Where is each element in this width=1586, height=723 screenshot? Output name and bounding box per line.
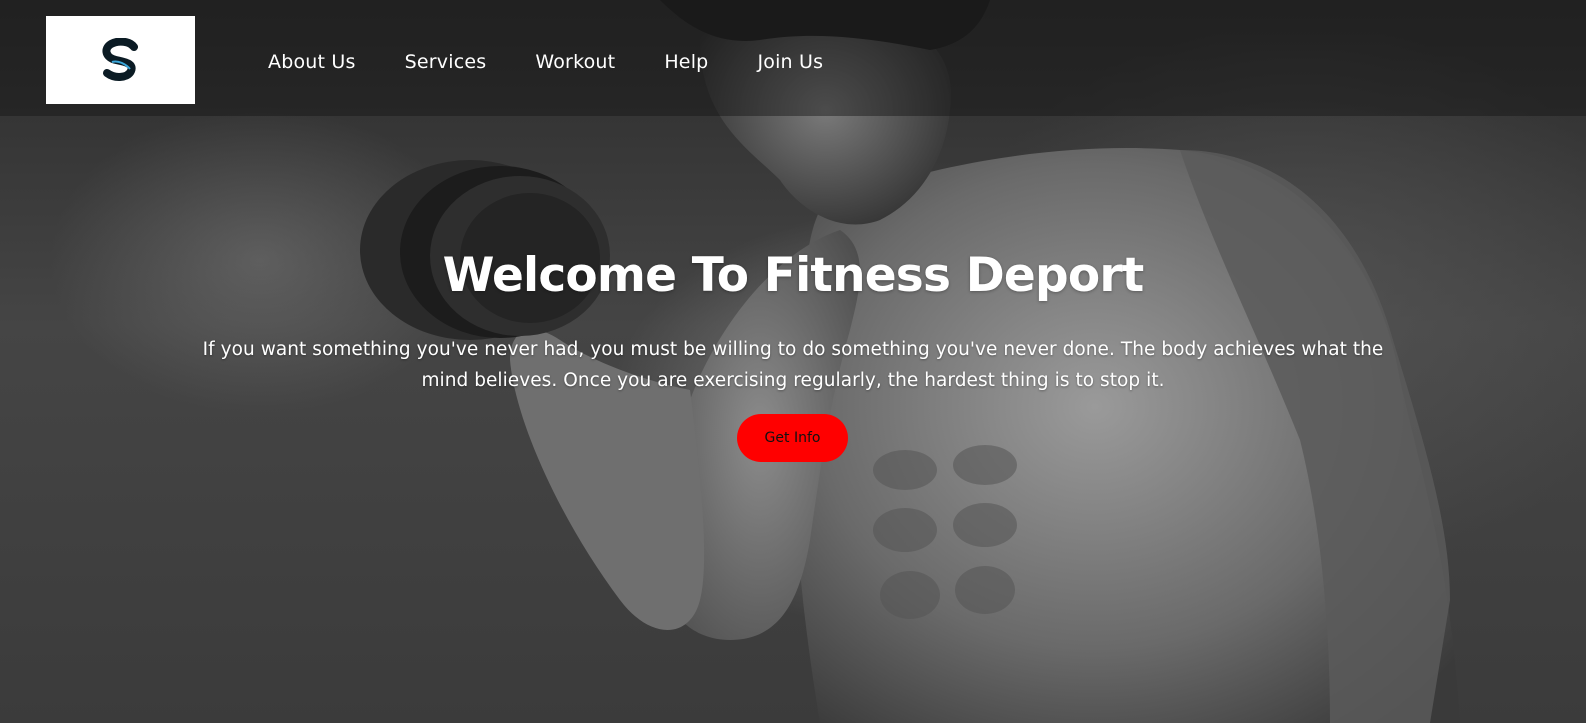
nav-menu: About Us Services Workout Help Join Us <box>268 46 872 78</box>
nav-link-workout[interactable]: Workout <box>535 46 615 78</box>
logo[interactable]: S <box>46 16 195 104</box>
logo-s-icon: S <box>101 38 138 81</box>
navbar: S About Us Services Workout Help Join Us <box>0 0 1586 116</box>
nav-link-services[interactable]: Services <box>405 46 487 78</box>
nav-link-about-us[interactable]: About Us <box>268 46 356 78</box>
nav-link-help[interactable]: Help <box>664 46 708 78</box>
hero-section: S About Us Services Workout Help Join Us… <box>0 0 1586 723</box>
hero-description: If you want something you've never had, … <box>202 339 1384 391</box>
get-info-button[interactable]: Get Info <box>737 414 848 462</box>
hero-title: Welcome To Fitness Deport <box>442 248 1145 303</box>
nav-link-join-us[interactable]: Join Us <box>757 46 823 78</box>
